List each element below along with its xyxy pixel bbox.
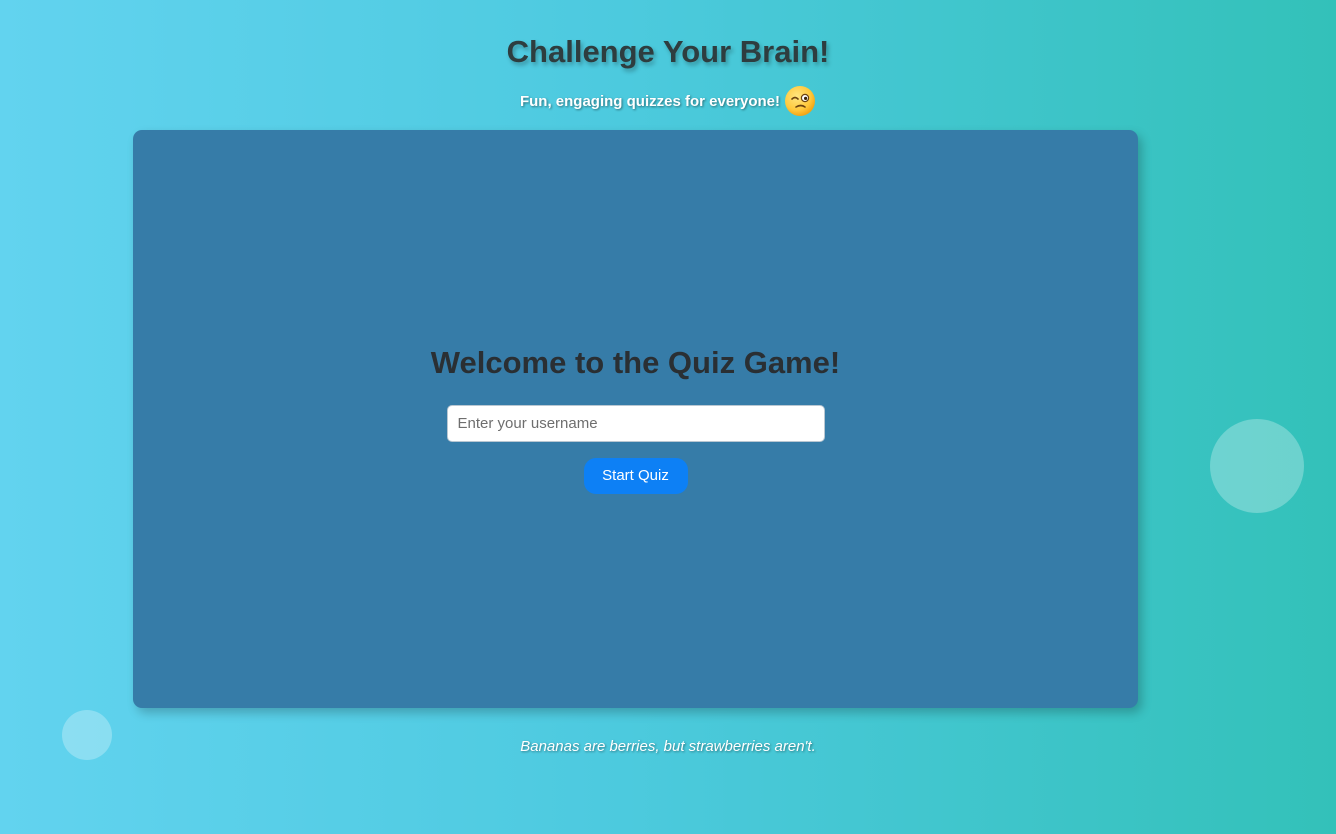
start-quiz-button[interactable]: Start Quiz (583, 457, 688, 494)
decorative-bubble-right (1210, 419, 1304, 513)
tagline-text: Fun, engaging quizzes for everyone! (519, 92, 781, 110)
winking-face-icon (784, 85, 816, 117)
quiz-card: Welcome to the Quiz Game! Start Quiz (133, 130, 1138, 708)
welcome-heading: Welcome to the Quiz Game! (430, 344, 841, 380)
tagline: Fun, engaging quizzes for everyone! (0, 84, 1336, 118)
username-input[interactable] (446, 404, 825, 442)
page-title: Challenge Your Brain! (506, 34, 830, 69)
fun-fact: Bananas are berries, but strawberries ar… (520, 738, 816, 755)
